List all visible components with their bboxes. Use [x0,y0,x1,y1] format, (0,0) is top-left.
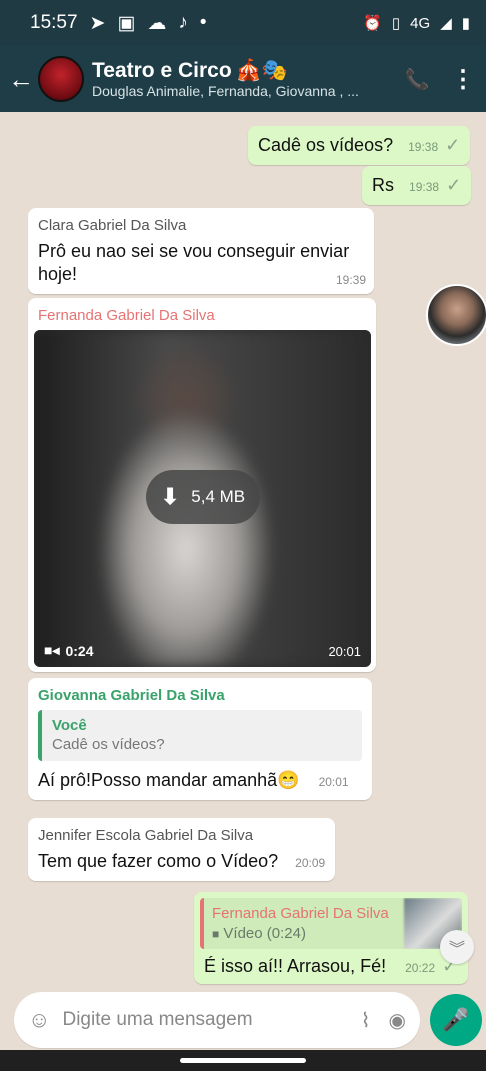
quote-text: Vídeo (0:24) [223,924,306,942]
message-time: 20:01 [318,774,349,789]
emoji-icon[interactable]: ☺ [28,1007,50,1033]
back-arrow-icon[interactable]: ← [4,64,38,95]
video-camera-icon: ■◂ [44,642,60,658]
message-input[interactable]: Digite uma mensagem [62,1009,342,1031]
microphone-button[interactable]: 🎤 [430,994,482,1046]
message-time: 20:22 [405,961,436,975]
quoted-message[interactable]: Você Cadê os vídeos? [38,709,362,761]
quote-sender: Você [52,716,87,734]
message-text: É isso aí!! Arrasou, Fé! [204,956,387,976]
status-bar: 15:57 ➤ ▣ ☁ ♪ • ⏰ ▯ 4G ◢ ▮ [0,0,486,46]
message-time: 19:38 [409,180,440,194]
group-avatar[interactable] [38,56,84,102]
chat-header: ← Teatro e Circo 🎪🎭 Douglas Animalie, Fe… [0,46,486,112]
download-button[interactable]: ⬇ 5,4 MB [146,470,260,524]
message-text: Cadê os vídeos? [258,135,394,155]
vibrate-icon: ▯ [391,15,401,32]
group-title: Teatro e Circo [92,59,232,82]
message-time: 20:09 [295,855,326,870]
battery-icon: ▮ [461,15,470,32]
sent-check-icon: ✓ [446,175,462,195]
sender-name: Giovanna Gabriel Da Silva [38,687,225,704]
more-options-icon[interactable]: ⋮ [440,65,486,94]
sender-name: Fernanda Gabriel Da Silva [38,307,215,324]
group-members: Douglas Animalie, Fernanda, Giovanna , .… [92,83,359,99]
tiktok-icon: ♪ [178,12,188,33]
message-text: Aí prô!Posso mandar amanhã😁 [38,769,300,790]
file-size: 5,4 MB [191,487,246,506]
contact-avatar[interactable] [426,284,486,346]
video-duration: ■◂ 0:24 [44,642,94,659]
message-bubble-in[interactable]: Clara Gabriel Da Silva Prô eu nao sei se… [28,208,374,295]
message-composer[interactable]: ☺ Digite uma mensagem ⌇ ◉ [14,992,420,1048]
facebook-icon: ▣ [117,12,136,34]
quote-text: Cadê os vídeos? [52,736,165,753]
navigation-icon: ➤ [89,12,106,34]
message-bubble-out[interactable]: Fernanda Gabriel Da Silva ■ Vídeo (0:24)… [194,892,468,985]
quote-sender: Fernanda Gabriel Da Silva [212,905,389,922]
duration-text: 0:24 [65,642,94,659]
sender-name: Jennifer Escola Gabriel Da Silva [38,827,254,844]
sender-name: Clara Gabriel Da Silva [38,217,187,234]
title-emoji: 🎪🎭 [235,59,288,82]
download-icon: ⬇ [160,484,180,509]
message-text: Tem que fazer como o Vídeo? [38,850,279,871]
home-gesture-bar[interactable] [180,1058,306,1063]
app-icon: ☁ [147,12,167,34]
dot-icon: • [199,12,207,33]
attach-icon[interactable]: ⌇ [361,1008,371,1033]
alarm-icon: ⏰ [363,15,382,32]
message-bubble-in[interactable]: Jennifer Escola Gabriel Da Silva Tem que… [28,818,336,881]
signal-icon: ◢ [440,15,452,32]
message-text: Prô eu nao sei se vou conseguir enviar h… [38,240,350,284]
sent-check-icon: ✓ [445,135,461,155]
clock: 15:57 [30,12,78,33]
scroll-down-icon[interactable]: ︾ [440,930,474,964]
camera-icon[interactable]: ◉ [389,1008,406,1033]
message-time: 20:01 [328,644,361,659]
header-titles[interactable]: Teatro e Circo 🎪🎭 Douglas Animalie, Fern… [92,59,394,99]
message-bubble-out[interactable]: Cadê os vídeos? 19:38 ✓ [248,126,471,166]
message-time: 19:39 [335,272,366,287]
message-bubble-in[interactable]: Giovanna Gabriel Da Silva Você Cadê os v… [28,678,372,800]
system-nav-bar [0,1050,486,1071]
message-time: 19:38 [408,140,439,154]
add-call-icon[interactable]: 📞 [394,67,440,92]
video-preview[interactable]: ⬇ 5,4 MB ■◂ 0:24 20:01 [34,330,371,667]
message-bubble-out[interactable]: Rs 19:38 ✓ [362,166,472,206]
microphone-icon: 🎤 [442,1007,470,1032]
message-text: Rs [372,175,394,195]
network-label: 4G [410,14,431,32]
video-icon: ■ [212,926,220,941]
quoted-message[interactable]: Fernanda Gabriel Da Silva ■ Vídeo (0:24) [200,898,462,949]
